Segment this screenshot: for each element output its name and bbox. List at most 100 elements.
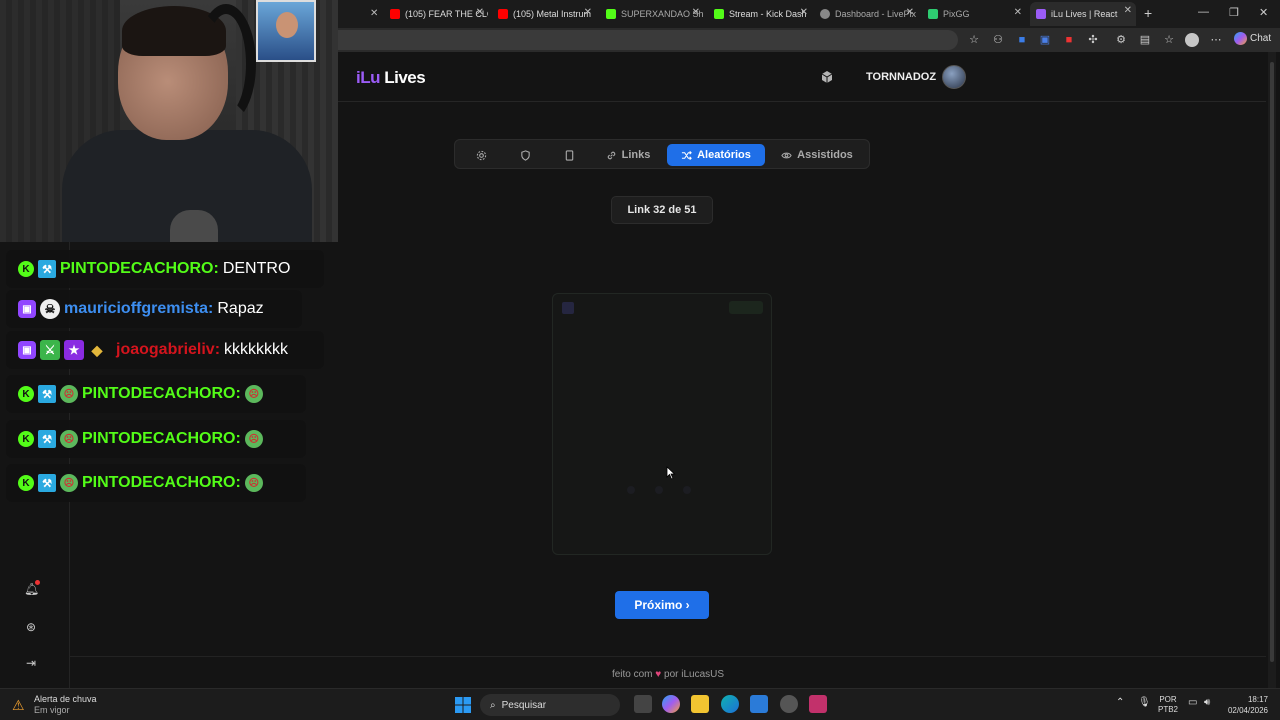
tablet-icon [565, 149, 573, 161]
file-explorer-icon[interactable] [691, 695, 709, 713]
screen: ✕ (105) FEAR THE CLC ✕ (105) Metal Instr… [0, 0, 1280, 720]
tab-label: Assistidos [797, 149, 853, 161]
card-action-icon[interactable] [683, 486, 691, 494]
settings-icon[interactable] [780, 695, 798, 713]
clock-time: 18:17 [1247, 695, 1268, 704]
browser-tab[interactable]: Stream - Kick Dash ✕ [708, 4, 812, 24]
split-screen-icon[interactable]: ▤ [1138, 33, 1152, 47]
close-tab-icon[interactable]: ✕ [584, 7, 592, 18]
close-tab-icon[interactable]: ✕ [800, 7, 808, 18]
close-tab-icon[interactable]: ✕ [1014, 7, 1022, 18]
taskbar-search[interactable]: ⌕ Pesquisar [480, 694, 620, 716]
livepix-icon [820, 9, 830, 19]
profile-avatar[interactable] [1185, 33, 1199, 47]
browser-tab[interactable]: (105) FEAR THE CLC ✕ [384, 4, 488, 24]
emote-icon: ☹ [60, 385, 78, 403]
task-view-icon[interactable] [634, 695, 652, 713]
chat-message: K ⚒ PINTODECACHORO: DENTRO [6, 250, 324, 288]
chat-username: PINTODECACHORO: [82, 430, 241, 447]
tab-links[interactable]: Links [597, 144, 659, 166]
extension-icon[interactable]: ■ [1015, 33, 1029, 47]
extension-icon[interactable]: ⚇ [991, 33, 1005, 47]
close-tab-icon[interactable]: ✕ [370, 8, 378, 19]
youtube-icon [498, 9, 508, 19]
windows-start-icon[interactable] [455, 697, 471, 713]
weather-title: Alerta de chuva [34, 694, 97, 704]
poster [256, 0, 316, 62]
app-logo[interactable]: iLu Lives [356, 68, 426, 88]
browser-tab[interactable]: Dashboard - LivePix ✕ [814, 4, 918, 24]
link-icon [607, 151, 615, 159]
mod-badge-icon: ⚒ [38, 430, 56, 448]
card-action-icon[interactable] [627, 486, 635, 494]
copilot-icon[interactable] [662, 695, 680, 713]
card-actions [627, 486, 691, 494]
photos-icon[interactable] [750, 695, 768, 713]
mod-badge-icon: ⚒ [38, 385, 56, 403]
performance-icon[interactable]: ⚙ [1114, 33, 1128, 47]
close-tab-icon[interactable]: ✕ [692, 7, 700, 18]
address-field[interactable] [338, 30, 958, 50]
volume-icon[interactable]: 🔊︎ [1204, 697, 1210, 708]
next-button[interactable]: Próximo › [615, 591, 709, 619]
language-indicator[interactable]: POR PTB2 [1158, 695, 1178, 715]
tab-shield[interactable] [509, 144, 541, 166]
clock[interactable]: 18:17 02/04/2026 [1222, 694, 1268, 716]
microphone-icon[interactable]: 🎙︎ [1138, 697, 1151, 708]
language-code: POR [1159, 695, 1177, 704]
chat-username: mauricioffgremista: [64, 300, 214, 317]
translate-icon[interactable]: ▣ [1038, 33, 1052, 47]
restore-icon[interactable]: ❐ [1229, 6, 1239, 19]
close-tab-icon[interactable]: ✕ [906, 7, 914, 18]
close-tab-icon[interactable]: ✕ [476, 7, 484, 18]
edge-icon[interactable] [721, 695, 739, 713]
favorite-star-icon[interactable]: ☆ [967, 33, 981, 47]
sword-badge-icon: ⚔ [40, 340, 60, 360]
browser-tab-active[interactable]: iLu Lives | React ✕ [1030, 2, 1136, 26]
username[interactable]: TORNNADOZ [866, 71, 936, 83]
copilot-chat-button[interactable]: Chat [1234, 32, 1271, 45]
puzzle-icon[interactable]: ✣ [1086, 33, 1100, 47]
new-tab-icon[interactable]: + [1144, 5, 1152, 21]
tab-aleatorios[interactable]: Aleatórios [667, 144, 765, 166]
chevron-up-icon[interactable]: ⌃ [1116, 697, 1124, 708]
chat-username: joaogabrieliv: [116, 341, 221, 358]
logout-icon[interactable]: ⇥ [24, 656, 38, 670]
browser-tab[interactable]: (105) Metal Instrum ✕ [492, 4, 596, 24]
user-avatar[interactable] [942, 65, 966, 89]
cube-icon[interactable] [820, 70, 834, 84]
app-icon[interactable] [809, 695, 827, 713]
chat-button-label: Chat [1250, 33, 1272, 44]
tab-tablet[interactable] [553, 144, 585, 166]
chat-message: K ⚒ ☹ PINTODECACHORO: ☹ [6, 464, 306, 502]
close-tab-icon[interactable]: ✕ [1124, 5, 1132, 16]
help-icon[interactable]: ⊛ [24, 620, 38, 634]
video-card[interactable] [552, 293, 772, 555]
minimize-icon[interactable]: — [1198, 6, 1209, 18]
extension-icon[interactable]: ■ [1062, 33, 1076, 47]
chat-message: ▣ ⚔ ★ ◆ joaogabrieliv: kkkkkkkk [6, 331, 324, 369]
notifications-icon[interactable]: 🔔︎ [24, 580, 40, 596]
mod-badge-icon: ⚒ [38, 474, 56, 492]
more-icon[interactable]: ⋯ [1209, 33, 1223, 47]
weather-widget[interactable]: ⚠ Alerta de chuva Em vigor [12, 694, 97, 716]
footer: feito com ♥ por iLucasUS [70, 669, 1266, 680]
browser-tab[interactable]: SUPERXANDAO Sh ✕ [600, 4, 704, 24]
star-badge-icon: ★ [64, 340, 84, 360]
kick-badge-icon: K [18, 431, 34, 447]
mod-badge-icon: ⚒ [38, 260, 56, 278]
scrollbar-thumb[interactable] [1270, 62, 1274, 662]
search-icon: ⌕ [490, 699, 496, 711]
tab-assistidos[interactable]: Assistidos [773, 144, 861, 166]
skull-badge-icon: ☠ [40, 299, 60, 319]
network-icon[interactable]: ▭ [1188, 697, 1197, 708]
footer-text: feito com [611, 669, 653, 680]
kick-icon [606, 9, 616, 19]
tab-settings[interactable] [465, 144, 497, 166]
mouse-cursor-icon [666, 466, 676, 480]
card-action-icon[interactable] [655, 486, 663, 494]
chat-message: ▣ ☠ mauricioffgremista: Rapaz [6, 290, 302, 328]
close-window-icon[interactable]: ✕ [1259, 6, 1268, 19]
browser-tab[interactable]: PixGG ✕ [922, 4, 1026, 24]
ilu-icon [1036, 9, 1046, 19]
